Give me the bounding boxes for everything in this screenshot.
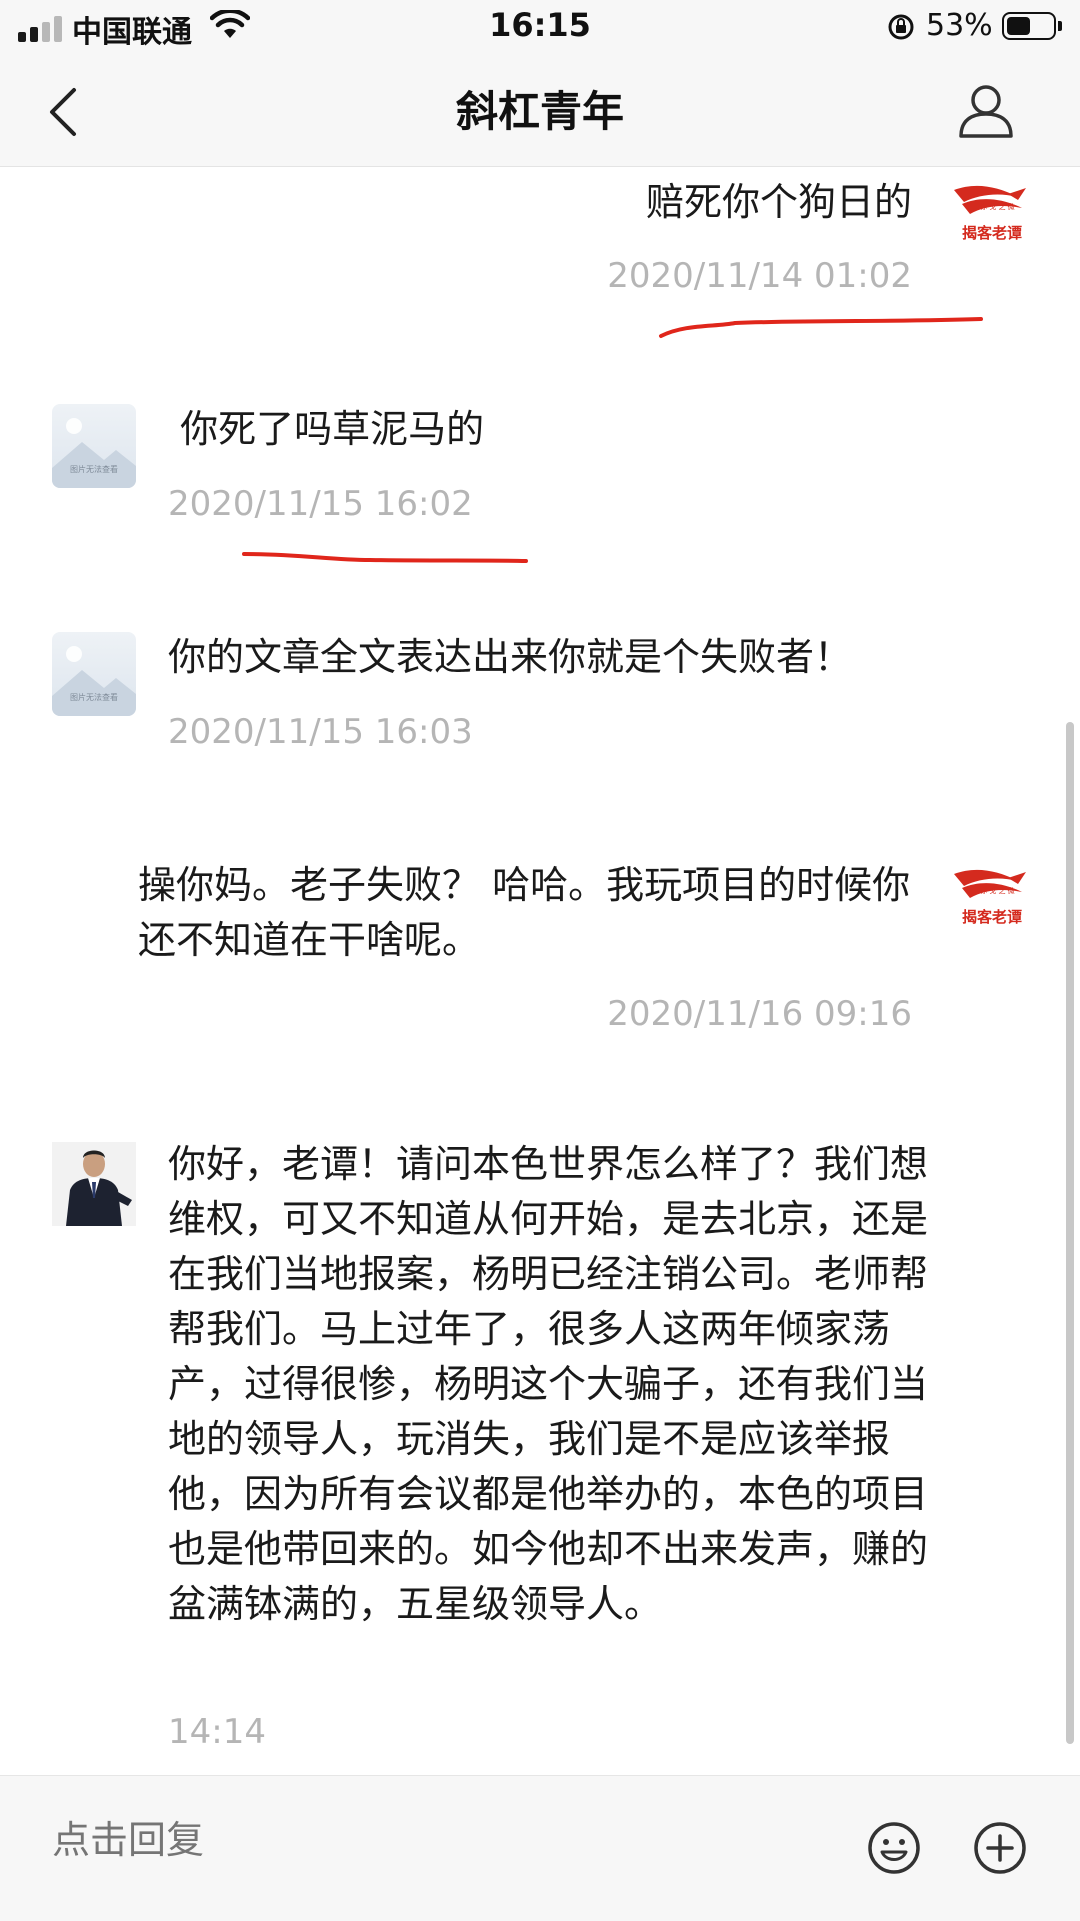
battery-nub [1058,21,1062,31]
wifi-icon [210,10,250,38]
carrier-name: 中国联通 [72,15,192,50]
avatar[interactable]: 图片无法查看 [52,404,136,488]
message-text: 你的文章全文表达出来你就是个失败者！ [168,635,853,679]
battery-level [1007,17,1030,35]
profile-icon[interactable] [956,80,1016,140]
image-placeholder-icon [52,418,136,488]
message-text: 你死了吗草泥马的 [168,407,485,451]
scrollbar[interactable] [1066,722,1074,1744]
avatar[interactable]: 图片无法查看 [52,632,136,716]
page-title: 斜杠青年 [455,87,624,136]
signal-icon [18,16,68,42]
message-time: 2020/11/15 16:03 [168,712,473,752]
rotation-lock-icon [888,14,914,40]
battery-percent: 53% [926,8,993,43]
message-text: 你好，老谭！请问本色世界怎么样了？我们想维权，可又不知道从何开始，是去北京，还是… [168,1142,929,1626]
placeholder-text: 图片无法查看 [70,465,118,474]
person-photo [52,1142,136,1226]
battery-icon [1002,12,1056,40]
message-time: 14:14 [168,1712,266,1752]
red-underline [659,317,983,338]
reply-input[interactable] [52,1818,752,1862]
message-time: 2020/11/15 16:02 [168,484,473,524]
avatar[interactable]: 赤 戈 之 微 揭客老谭 [950,864,1030,928]
status-bar: 中国联通 16:15 53% [0,0,1080,58]
emoji-icon[interactable] [866,1820,922,1876]
image-placeholder-icon [52,646,136,716]
plus-icon[interactable] [972,1820,1028,1876]
avatar[interactable] [52,1142,136,1226]
status-time: 16:15 [489,6,591,44]
logo-main-text: 揭客老谭 [962,224,1023,242]
avatar[interactable]: 赤 戈 之 微 揭客老谭 [950,180,1030,244]
logo-top-text: 赤 戈 之 微 [980,203,1015,211]
back-icon[interactable] [44,84,84,140]
message-time: 2020/11/14 01:02 [607,256,912,296]
placeholder-text: 图片无法查看 [70,693,118,702]
message-time: 2020/11/16 09:16 [607,994,912,1034]
red-underline [242,552,528,563]
message-text: 操你妈。老子失败？ 哈哈。我玩项目的时候你还不知道在干啥呢。 [138,863,911,962]
logo-top-text: 赤 戈 之 微 [980,887,1015,895]
logo-main-text: 揭客老谭 [962,908,1023,926]
message-text: 赔死你个狗日的 [645,180,912,224]
